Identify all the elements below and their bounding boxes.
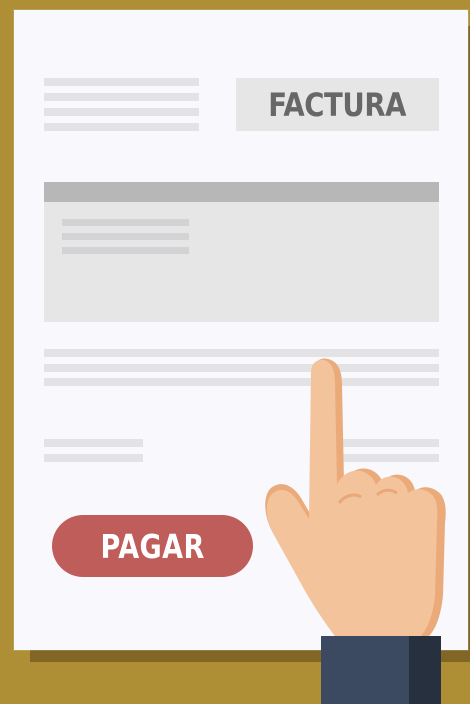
total-line	[44, 454, 143, 462]
header-line	[44, 108, 199, 116]
pay-button[interactable]: PAGAR	[52, 515, 253, 577]
table-line	[62, 233, 189, 240]
invoice-title: FACTURA	[268, 85, 407, 124]
table-line	[62, 219, 189, 226]
header-line	[44, 93, 199, 101]
invoice-title-box: FACTURA	[236, 78, 439, 131]
pointing-hand-icon	[265, 358, 446, 704]
table-header	[44, 182, 439, 202]
table-body	[44, 202, 439, 322]
table-line	[62, 247, 189, 254]
total-line	[44, 439, 143, 447]
header-line	[44, 78, 199, 86]
pay-button-label: PAGAR	[100, 526, 205, 566]
header-line	[44, 123, 199, 131]
